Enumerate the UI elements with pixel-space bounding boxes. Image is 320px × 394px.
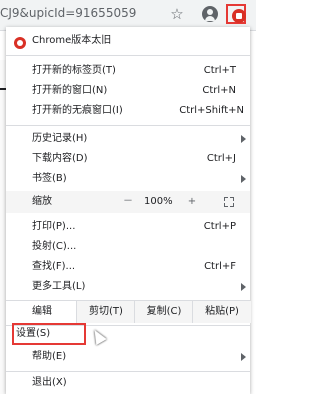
address-bar-url[interactable]: CJ9&upicId=91655059 xyxy=(0,6,136,20)
zoom-in-button[interactable]: + xyxy=(182,191,202,213)
menu-item-label: 打开新的无痕窗口(I) xyxy=(32,105,123,116)
star-icon[interactable]: ☆ xyxy=(168,5,186,23)
submenu-arrow-icon xyxy=(241,175,246,183)
menu-item-label: 帮助(E) xyxy=(32,351,67,362)
menu-item-new-tab[interactable]: 打开新的标签页(T) Ctrl+T xyxy=(6,61,250,81)
menu-item-label: 下载内容(D) xyxy=(32,153,88,164)
menu-separator xyxy=(6,125,250,126)
menu-item-shortcut: Ctrl+F xyxy=(204,261,236,272)
menu-item-downloads[interactable]: 下载内容(D) Ctrl+J xyxy=(6,149,250,169)
menu-item-incognito[interactable]: 打开新的无痕窗口(I) Ctrl+Shift+N xyxy=(6,101,250,121)
menu-item-label: 历史记录(H) xyxy=(32,133,88,144)
menu-item-history[interactable]: 历史记录(H) xyxy=(6,129,250,149)
menu-separator xyxy=(6,55,250,56)
menu-item-shortcut: Ctrl+Shift+N xyxy=(179,105,244,116)
menu-item-label: 更多工具(L) xyxy=(32,281,86,292)
menu-item-label: 查找(F)... xyxy=(32,261,76,272)
zoom-label: 缩放 xyxy=(32,196,52,207)
warning-chrome-icon xyxy=(14,37,26,49)
menu-item-label: 打开新的窗口(N) xyxy=(32,85,108,96)
edit-label: 编辑 xyxy=(32,306,52,317)
menu-item-find[interactable]: 查找(F)... Ctrl+F xyxy=(6,257,250,277)
menu-item-label: 打印(P)... xyxy=(32,221,76,232)
menu-item-cast[interactable]: 投射(C)... xyxy=(6,237,250,257)
menu-item-update-chrome[interactable]: Chrome版本太旧 xyxy=(6,31,250,51)
menu-item-exit[interactable]: 退出(X) xyxy=(6,373,250,393)
zoom-out-button[interactable]: － xyxy=(118,191,138,213)
copy-button[interactable]: 复制(C) xyxy=(134,301,193,323)
update-menu-icon xyxy=(232,9,246,23)
paste-button[interactable]: 粘贴(P) xyxy=(192,301,251,323)
menu-item-label: Chrome版本太旧 xyxy=(32,35,112,46)
submenu-arrow-icon xyxy=(241,283,246,291)
account-icon[interactable] xyxy=(202,6,218,22)
fullscreen-icon[interactable] xyxy=(224,197,234,207)
menu-item-bookmarks[interactable]: 书签(B) xyxy=(6,169,250,189)
menu-item-shortcut: Ctrl+T xyxy=(203,65,236,76)
cut-button[interactable]: 剪切(T) xyxy=(76,301,135,323)
zoom-level: 100% xyxy=(144,196,173,207)
menu-item-shortcut: Ctrl+J xyxy=(206,153,236,164)
zoom-row: 缩放 － 100% + xyxy=(6,191,250,213)
menu-item-label: 打开新的标签页(T) xyxy=(32,65,116,76)
menu-item-shortcut: Ctrl+N xyxy=(202,85,236,96)
submenu-arrow-icon xyxy=(241,135,246,143)
menu-item-more-tools[interactable]: 更多工具(L) xyxy=(6,277,250,297)
menu-button[interactable] xyxy=(226,4,246,24)
chrome-main-menu: Chrome版本太旧 打开新的标签页(T) Ctrl+T 打开新的窗口(N) C… xyxy=(6,27,251,394)
menu-item-new-window[interactable]: 打开新的窗口(N) Ctrl+N xyxy=(6,81,250,101)
menu-separator xyxy=(6,371,250,372)
menu-item-shortcut: Ctrl+P xyxy=(203,221,236,232)
submenu-arrow-icon xyxy=(241,353,246,361)
menu-item-label: 书签(B) xyxy=(32,173,67,184)
menu-item-print[interactable]: 打印(P)... Ctrl+P xyxy=(6,217,250,237)
menu-item-settings[interactable]: 设置(S) xyxy=(12,323,86,345)
edit-row: 编辑 剪切(T) 复制(C) 粘贴(P) xyxy=(6,301,251,323)
menu-item-label: 设置(S) xyxy=(16,328,51,339)
menu-item-label: 退出(X) xyxy=(32,377,67,388)
menu-item-label: 投射(C)... xyxy=(32,241,77,252)
menu-item-help[interactable]: 帮助(E) xyxy=(6,347,250,367)
